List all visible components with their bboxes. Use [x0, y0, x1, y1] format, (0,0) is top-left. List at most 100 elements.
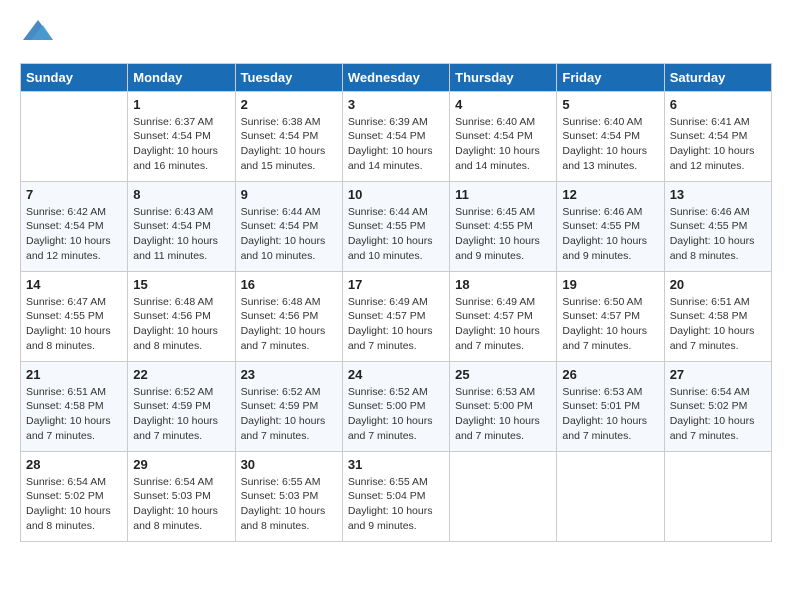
- day-info: Sunrise: 6:54 AM Sunset: 5:02 PM Dayligh…: [670, 385, 766, 444]
- calendar-cell: 17 Sunrise: 6:49 AM Sunset: 4:57 PM Dayli…: [342, 271, 449, 361]
- day-info: Sunrise: 6:48 AM Sunset: 4:56 PM Dayligh…: [241, 295, 337, 354]
- day-info: Sunrise: 6:44 AM Sunset: 4:54 PM Dayligh…: [241, 205, 337, 264]
- day-info: Sunrise: 6:46 AM Sunset: 4:55 PM Dayligh…: [670, 205, 766, 264]
- day-number: 3: [348, 97, 444, 112]
- calendar-cell: 27 Sunrise: 6:54 AM Sunset: 5:02 PM Dayli…: [664, 361, 771, 451]
- weekday-header-monday: Monday: [128, 63, 235, 91]
- weekday-header-thursday: Thursday: [450, 63, 557, 91]
- day-number: 8: [133, 187, 229, 202]
- day-number: 30: [241, 457, 337, 472]
- calendar-cell: 18 Sunrise: 6:49 AM Sunset: 4:57 PM Dayli…: [450, 271, 557, 361]
- day-info: Sunrise: 6:51 AM Sunset: 4:58 PM Dayligh…: [26, 385, 122, 444]
- calendar-cell: [21, 91, 128, 181]
- day-info: Sunrise: 6:49 AM Sunset: 4:57 PM Dayligh…: [455, 295, 551, 354]
- day-number: 16: [241, 277, 337, 292]
- calendar-cell: 29 Sunrise: 6:54 AM Sunset: 5:03 PM Dayli…: [128, 451, 235, 541]
- calendar-cell: [664, 451, 771, 541]
- calendar-cell: 24Sunrise: 6:52 AM Sunset: 5:00 PM Dayli…: [342, 361, 449, 451]
- day-info: Sunrise: 6:37 AM Sunset: 4:54 PM Dayligh…: [133, 115, 229, 174]
- calendar-cell: 4 Sunrise: 6:40 AM Sunset: 4:54 PM Daylig…: [450, 91, 557, 181]
- day-number: 19: [562, 277, 658, 292]
- day-info: Sunrise: 6:44 AM Sunset: 4:55 PM Dayligh…: [348, 205, 444, 264]
- day-info: Sunrise: 6:48 AM Sunset: 4:56 PM Dayligh…: [133, 295, 229, 354]
- day-info: Sunrise: 6:51 AM Sunset: 4:58 PM Dayligh…: [670, 295, 766, 354]
- day-info: Sunrise: 6:42 AM Sunset: 4:54 PM Dayligh…: [26, 205, 122, 264]
- day-info: Sunrise: 6:45 AM Sunset: 4:55 PM Dayligh…: [455, 205, 551, 264]
- calendar-cell: 20 Sunrise: 6:51 AM Sunset: 4:58 PM Dayli…: [664, 271, 771, 361]
- day-info: Sunrise: 6:41 AM Sunset: 4:54 PM Dayligh…: [670, 115, 766, 174]
- calendar-cell: 12 Sunrise: 6:46 AM Sunset: 4:55 PM Dayli…: [557, 181, 664, 271]
- calendar-cell: 9 Sunrise: 6:44 AM Sunset: 4:54 PM Daylig…: [235, 181, 342, 271]
- day-info: Sunrise: 6:55 AM Sunset: 5:03 PM Dayligh…: [241, 475, 337, 534]
- calendar-cell: 31 Sunrise: 6:55 AM Sunset: 5:04 PM Dayli…: [342, 451, 449, 541]
- calendar-cell: 11 Sunrise: 6:45 AM Sunset: 4:55 PM Dayli…: [450, 181, 557, 271]
- calendar-cell: 15 Sunrise: 6:48 AM Sunset: 4:56 PM Dayli…: [128, 271, 235, 361]
- calendar-cell: 2Sunrise: 6:38 AM Sunset: 4:54 PM Daylig…: [235, 91, 342, 181]
- calendar-cell: 25 Sunrise: 6:53 AM Sunset: 5:00 PM Dayli…: [450, 361, 557, 451]
- day-info: Sunrise: 6:40 AM Sunset: 4:54 PM Dayligh…: [562, 115, 658, 174]
- day-info: Sunrise: 6:55 AM Sunset: 5:04 PM Dayligh…: [348, 475, 444, 534]
- day-number: 1: [133, 97, 229, 112]
- day-number: 7: [26, 187, 122, 202]
- day-number: 31: [348, 457, 444, 472]
- calendar-cell: [557, 451, 664, 541]
- day-number: 29: [133, 457, 229, 472]
- calendar-cell: 30 Sunrise: 6:55 AM Sunset: 5:03 PM Dayli…: [235, 451, 342, 541]
- day-number: 11: [455, 187, 551, 202]
- day-number: 15: [133, 277, 229, 292]
- day-number: 10: [348, 187, 444, 202]
- calendar: SundayMondayTuesdayWednesdayThursdayFrid…: [20, 63, 772, 542]
- calendar-cell: 23 Sunrise: 6:52 AM Sunset: 4:59 PM Dayli…: [235, 361, 342, 451]
- weekday-header-sunday: Sunday: [21, 63, 128, 91]
- weekday-header-wednesday: Wednesday: [342, 63, 449, 91]
- day-info: Sunrise: 6:52 AM Sunset: 4:59 PM Dayligh…: [133, 385, 229, 444]
- day-number: 4: [455, 97, 551, 112]
- day-info: Sunrise: 6:54 AM Sunset: 5:03 PM Dayligh…: [133, 475, 229, 534]
- day-info: Sunrise: 6:53 AM Sunset: 5:00 PM Dayligh…: [455, 385, 551, 444]
- calendar-cell: 1 Sunrise: 6:37 AM Sunset: 4:54 PM Daylig…: [128, 91, 235, 181]
- day-number: 14: [26, 277, 122, 292]
- calendar-cell: 7 Sunrise: 6:42 AM Sunset: 4:54 PM Daylig…: [21, 181, 128, 271]
- day-info: Sunrise: 6:49 AM Sunset: 4:57 PM Dayligh…: [348, 295, 444, 354]
- day-info: Sunrise: 6:46 AM Sunset: 4:55 PM Dayligh…: [562, 205, 658, 264]
- day-number: 23: [241, 367, 337, 382]
- day-number: 24: [348, 367, 444, 382]
- calendar-cell: 19Sunrise: 6:50 AM Sunset: 4:57 PM Dayli…: [557, 271, 664, 361]
- calendar-cell: 21Sunrise: 6:51 AM Sunset: 4:58 PM Dayli…: [21, 361, 128, 451]
- day-number: 18: [455, 277, 551, 292]
- day-number: 20: [670, 277, 766, 292]
- day-info: Sunrise: 6:43 AM Sunset: 4:54 PM Dayligh…: [133, 205, 229, 264]
- day-info: Sunrise: 6:38 AM Sunset: 4:54 PM Dayligh…: [241, 115, 337, 174]
- calendar-cell: 8 Sunrise: 6:43 AM Sunset: 4:54 PM Daylig…: [128, 181, 235, 271]
- calendar-cell: 13 Sunrise: 6:46 AM Sunset: 4:55 PM Dayli…: [664, 181, 771, 271]
- calendar-cell: 22 Sunrise: 6:52 AM Sunset: 4:59 PM Dayli…: [128, 361, 235, 451]
- day-number: 12: [562, 187, 658, 202]
- weekday-header-friday: Friday: [557, 63, 664, 91]
- calendar-cell: 26 Sunrise: 6:53 AM Sunset: 5:01 PM Dayli…: [557, 361, 664, 451]
- calendar-cell: 28Sunrise: 6:54 AM Sunset: 5:02 PM Dayli…: [21, 451, 128, 541]
- day-info: Sunrise: 6:53 AM Sunset: 5:01 PM Dayligh…: [562, 385, 658, 444]
- day-number: 13: [670, 187, 766, 202]
- day-info: Sunrise: 6:40 AM Sunset: 4:54 PM Dayligh…: [455, 115, 551, 174]
- day-info: Sunrise: 6:52 AM Sunset: 4:59 PM Dayligh…: [241, 385, 337, 444]
- calendar-cell: 16 Sunrise: 6:48 AM Sunset: 4:56 PM Dayli…: [235, 271, 342, 361]
- logo-icon: [23, 20, 53, 40]
- day-number: 27: [670, 367, 766, 382]
- day-info: Sunrise: 6:47 AM Sunset: 4:55 PM Dayligh…: [26, 295, 122, 354]
- day-number: 6: [670, 97, 766, 112]
- day-number: 9: [241, 187, 337, 202]
- calendar-cell: [450, 451, 557, 541]
- day-info: Sunrise: 6:39 AM Sunset: 4:54 PM Dayligh…: [348, 115, 444, 174]
- day-info: Sunrise: 6:54 AM Sunset: 5:02 PM Dayligh…: [26, 475, 122, 534]
- calendar-cell: 5Sunrise: 6:40 AM Sunset: 4:54 PM Daylig…: [557, 91, 664, 181]
- logo: [20, 20, 53, 45]
- calendar-cell: 6 Sunrise: 6:41 AM Sunset: 4:54 PM Daylig…: [664, 91, 771, 181]
- weekday-header-tuesday: Tuesday: [235, 63, 342, 91]
- day-number: 25: [455, 367, 551, 382]
- day-number: 26: [562, 367, 658, 382]
- day-number: 22: [133, 367, 229, 382]
- calendar-cell: 10 Sunrise: 6:44 AM Sunset: 4:55 PM Dayli…: [342, 181, 449, 271]
- weekday-header-saturday: Saturday: [664, 63, 771, 91]
- calendar-cell: 3 Sunrise: 6:39 AM Sunset: 4:54 PM Daylig…: [342, 91, 449, 181]
- day-number: 17: [348, 277, 444, 292]
